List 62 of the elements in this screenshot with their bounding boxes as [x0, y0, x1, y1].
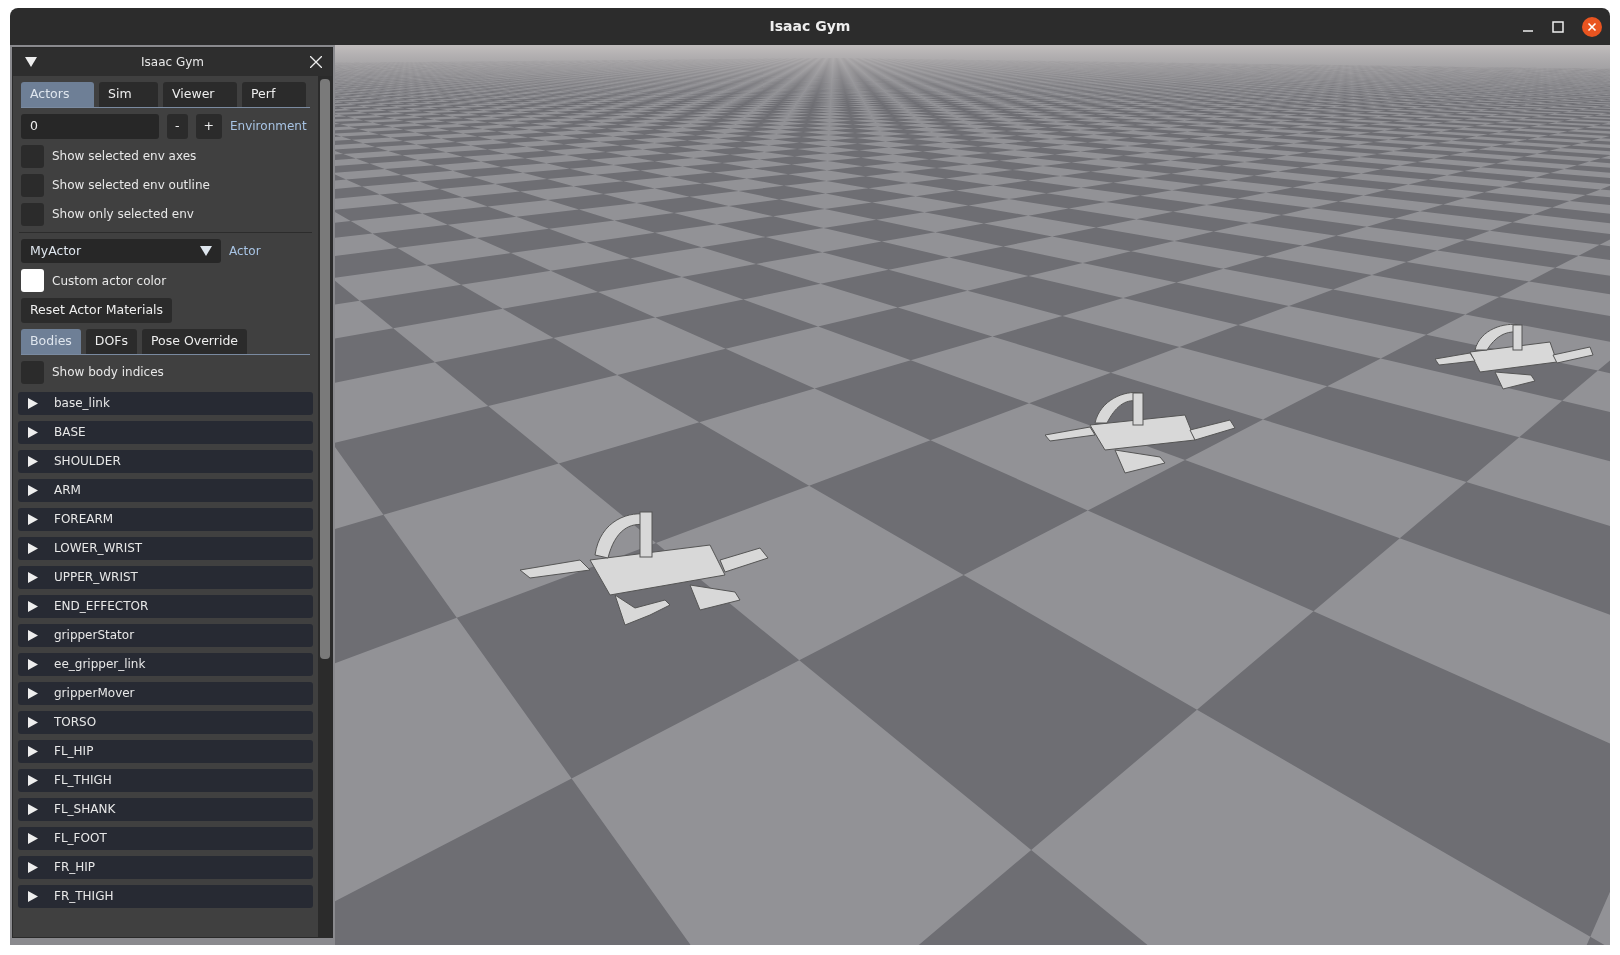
expand-triangle-icon[interactable] [28, 658, 38, 670]
color-swatch[interactable] [21, 269, 44, 293]
expand-triangle-icon[interactable] [28, 426, 38, 438]
actor-dropdown[interactable]: MyActor [21, 238, 221, 264]
expand-triangle-icon[interactable] [28, 890, 38, 902]
tree-row[interactable]: BASE [18, 420, 313, 444]
expand-triangle-icon[interactable] [28, 832, 38, 844]
tab[interactable]: Perf [242, 82, 306, 107]
tree-row[interactable]: FOREARM [18, 507, 313, 531]
close-icon[interactable] [310, 56, 322, 68]
environment-field[interactable]: 0 [21, 113, 159, 139]
checkbox-label: Show selected env axes [52, 148, 197, 165]
maximize-icon[interactable] [1552, 20, 1564, 33]
tree-row[interactable]: ee_gripper_link [18, 652, 313, 676]
checkbox-label: Show selected env outline [52, 177, 210, 194]
tree-row[interactable]: LOWER_WRIST [18, 536, 313, 560]
tree-row[interactable]: FL_SHANK [18, 797, 313, 821]
tree-row[interactable]: base_link [18, 391, 313, 415]
dropdown-arrow-icon[interactable] [200, 245, 212, 256]
expand-triangle-icon[interactable] [28, 745, 38, 757]
expand-triangle-icon[interactable] [28, 571, 38, 583]
tree-row[interactable]: SHOULDER [18, 449, 313, 473]
tab[interactable]: Viewer [163, 82, 237, 107]
tree-row[interactable]: TORSO [18, 710, 313, 734]
checkbox-label: Show body indices [52, 364, 164, 382]
decrement-button[interactable]: - [167, 113, 188, 139]
tree-row[interactable]: gripperStator [18, 623, 313, 647]
field-label: Actor [229, 242, 261, 260]
expand-triangle-icon[interactable] [28, 861, 38, 873]
expand-triangle-icon[interactable] [28, 716, 38, 728]
tab[interactable]: Pose Override [142, 329, 247, 354]
tree-row[interactable]: FR_THIGH [18, 884, 313, 908]
tree-row[interactable]: ARM [18, 478, 313, 502]
expand-triangle-icon[interactable] [28, 397, 38, 409]
collapse-triangle-icon[interactable] [25, 57, 37, 67]
increment-button[interactable]: + [195, 113, 222, 139]
checkbox-label: Show only selected env [52, 206, 194, 223]
field-label: Environment [230, 118, 307, 136]
tree-row[interactable]: UPPER_WRIST [18, 565, 313, 589]
expand-triangle-icon[interactable] [28, 629, 38, 641]
tab[interactable]: Sim [99, 82, 158, 107]
reset-button[interactable]: Reset Actor Materials [21, 298, 173, 323]
tree-row[interactable]: FR_HIP [18, 855, 313, 879]
tree-row[interactable]: gripperMover [18, 681, 313, 705]
window-title: Isaac Gym [769, 17, 851, 36]
expand-triangle-icon[interactable] [28, 687, 38, 699]
expand-triangle-icon[interactable] [28, 600, 38, 612]
expand-triangle-icon[interactable] [28, 774, 38, 786]
expand-triangle-icon[interactable] [28, 542, 38, 554]
tree-row[interactable]: END_EFFECTOR [18, 594, 313, 618]
close-icon[interactable] [1582, 16, 1602, 37]
expand-triangle-icon[interactable] [28, 803, 38, 815]
tree-row[interactable]: FL_THIGH [18, 768, 313, 792]
expand-triangle-icon[interactable] [28, 484, 38, 496]
tree-row[interactable]: FL_FOOT [18, 826, 313, 850]
tree-row[interactable]: FL_HIP [18, 739, 313, 763]
checkbox-label: Custom actor color [52, 272, 167, 290]
tab[interactable]: DOFs [85, 329, 137, 354]
expand-triangle-icon[interactable] [28, 513, 38, 525]
panel-title: Isaac Gym [141, 54, 204, 71]
scrollbar[interactable] [318, 76, 332, 937]
expand-triangle-icon[interactable] [28, 455, 38, 467]
